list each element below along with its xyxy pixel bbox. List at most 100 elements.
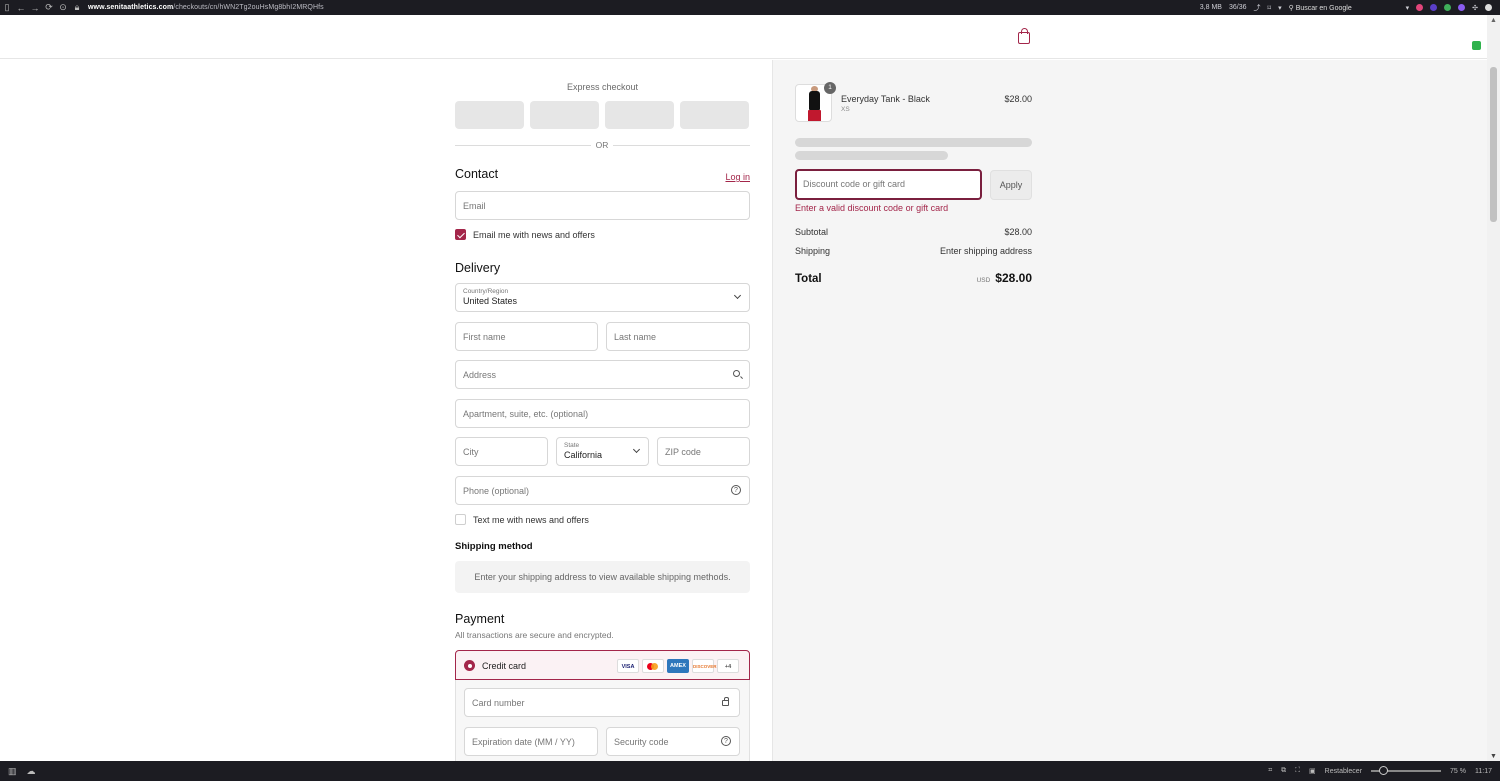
first-name-input[interactable]: First name: [455, 322, 598, 351]
city-placeholder: City: [463, 447, 479, 457]
scroll-up-icon[interactable]: ▲: [1490, 17, 1497, 24]
login-link[interactable]: Log in: [725, 172, 750, 182]
image-icon[interactable]: ▣: [1309, 767, 1316, 775]
tile-icon[interactable]: ⧉: [1281, 767, 1286, 775]
zoom-slider-knob[interactable]: [1379, 766, 1389, 775]
subtotal-value: $28.00: [1004, 227, 1032, 237]
scroll-down-icon[interactable]: ▼: [1490, 753, 1497, 760]
memory-indicator: 3,8 MB: [1199, 4, 1222, 11]
address-bar[interactable]: www.senitaathletics.com/checkouts/cn/hWN…: [88, 4, 324, 11]
email-news-option[interactable]: Email me with news and offers: [455, 229, 595, 240]
express-pay-button-3[interactable]: [605, 101, 674, 129]
text-news-option[interactable]: Text me with news and offers: [455, 514, 589, 525]
zoom-slider[interactable]: [1371, 766, 1442, 775]
bookmark-icon[interactable]: ⌑: [1268, 4, 1272, 12]
contact-title: Contact: [455, 167, 499, 181]
address-input[interactable]: Address: [455, 360, 750, 389]
extension-icon-pink[interactable]: [1416, 4, 1424, 11]
delivery-title: Delivery: [455, 261, 501, 275]
share-icon[interactable]: ⤴: [1254, 3, 1261, 13]
country-select[interactable]: Country/Region United States: [455, 283, 750, 312]
reload-icon[interactable]: ⟳: [42, 2, 56, 13]
search-engine-box[interactable]: ⚲ Buscar en Google: [1289, 4, 1399, 12]
order-summary-panel: [772, 60, 1487, 761]
country-value: United States: [463, 296, 518, 306]
page-scrollbar[interactable]: ▲ ▼: [1487, 15, 1500, 761]
shipping-label: Shipping: [795, 246, 831, 256]
credit-card-option[interactable]: Credit card VISA AMEX DISCOVER +4: [455, 650, 750, 680]
sidebar-toggle-icon[interactable]: ▯: [0, 2, 14, 13]
state-select[interactable]: State California: [556, 437, 649, 466]
discount-input[interactable]: [803, 179, 973, 189]
total-label: Total: [795, 273, 822, 285]
last-name-input[interactable]: Last name: [606, 322, 750, 351]
shopping-bag-icon[interactable]: [1018, 28, 1030, 44]
panel-toggle-icon[interactable]: ▥: [8, 766, 17, 777]
scrollbar-thumb[interactable]: [1490, 67, 1497, 222]
phone-input[interactable]: Phone (optional) ?: [455, 476, 750, 505]
site-header: [0, 15, 1487, 59]
email-placeholder: Email: [463, 201, 486, 211]
dropdown-icon-2[interactable]: ▾: [1406, 4, 1410, 12]
more-cards-icon[interactable]: +4: [717, 659, 739, 673]
dropdown-icon[interactable]: ▾: [1278, 4, 1282, 12]
loading-skeleton: [795, 138, 1032, 147]
expiration-input[interactable]: Expiration date (MM / YY): [464, 727, 598, 756]
express-checkout-title: Express checkout: [566, 82, 639, 92]
total-row: Total USD $28.00: [795, 271, 1032, 285]
help-icon[interactable]: ?: [721, 736, 731, 746]
search-icon: [733, 370, 740, 377]
apartment-placeholder: Apartment, suite, etc. (optional): [463, 409, 589, 419]
card-number-input[interactable]: Card number: [464, 688, 740, 717]
extension-icon-violet[interactable]: [1458, 4, 1466, 11]
product-name: Everyday Tank - Black: [841, 94, 930, 104]
state-label: State: [564, 442, 580, 449]
text-news-checkbox[interactable]: [455, 514, 466, 525]
apartment-input[interactable]: Apartment, suite, etc. (optional): [455, 399, 750, 428]
capture-icon[interactable]: ⌗: [1268, 767, 1272, 775]
zip-input[interactable]: ZIP code: [657, 437, 750, 466]
chevron-down-icon: [733, 291, 742, 300]
city-input[interactable]: City: [455, 437, 548, 466]
express-pay-button-2[interactable]: [530, 101, 599, 129]
payment-title: Payment: [455, 612, 505, 626]
url-domain: www.senitaathletics.com: [88, 4, 174, 11]
product-variant: XS: [841, 106, 850, 113]
express-checkout-buttons: [455, 101, 749, 129]
chevron-down-icon: [632, 445, 641, 454]
country-label: Country/Region: [463, 288, 509, 295]
express-pay-button-1[interactable]: [455, 101, 524, 129]
cloud-icon[interactable]: ☁: [27, 766, 36, 777]
extension-badge-icon: [1472, 41, 1481, 50]
site-info-icon[interactable]: ⊙: [56, 2, 70, 13]
or-label: OR: [591, 140, 613, 150]
reset-zoom-label[interactable]: Restablecer: [1325, 768, 1362, 775]
total-value: $28.00: [995, 271, 1032, 285]
discover-icon: DISCOVER: [692, 659, 717, 673]
email-field[interactable]: Email: [455, 191, 750, 220]
tabs-count[interactable]: 36/36: [1229, 4, 1247, 11]
extension-icon-green[interactable]: [1444, 4, 1452, 11]
address-placeholder: Address: [463, 370, 497, 380]
fullscreen-icon[interactable]: ⛶: [1295, 767, 1300, 775]
forward-arrow-icon[interactable]: →: [28, 3, 42, 13]
extension-icon-purple[interactable]: [1430, 4, 1438, 11]
express-pay-button-4[interactable]: [680, 101, 749, 129]
email-news-checkbox[interactable]: [455, 229, 466, 240]
mastercard-icon: [642, 659, 664, 673]
profile-avatar[interactable]: [1485, 4, 1492, 11]
card-number-placeholder: Card number: [472, 698, 525, 708]
security-code-input[interactable]: Security code ?: [606, 727, 740, 756]
discount-field[interactable]: [795, 169, 982, 200]
back-arrow-icon[interactable]: ←: [14, 3, 28, 13]
phone-placeholder: Phone (optional): [463, 486, 530, 496]
shipping-method-notice: Enter your shipping address to view avai…: [455, 561, 750, 593]
apply-discount-button[interactable]: Apply: [990, 170, 1032, 200]
help-icon[interactable]: ?: [731, 485, 741, 495]
extensions-icon[interactable]: ✣: [1472, 4, 1478, 12]
lock-icon: [722, 697, 729, 706]
security-code-placeholder: Security code: [614, 737, 669, 747]
subtotal-label: Subtotal: [795, 227, 829, 237]
payment-subtitle: All transactions are secure and encrypte…: [455, 630, 614, 640]
credit-card-radio[interactable]: [464, 660, 475, 671]
